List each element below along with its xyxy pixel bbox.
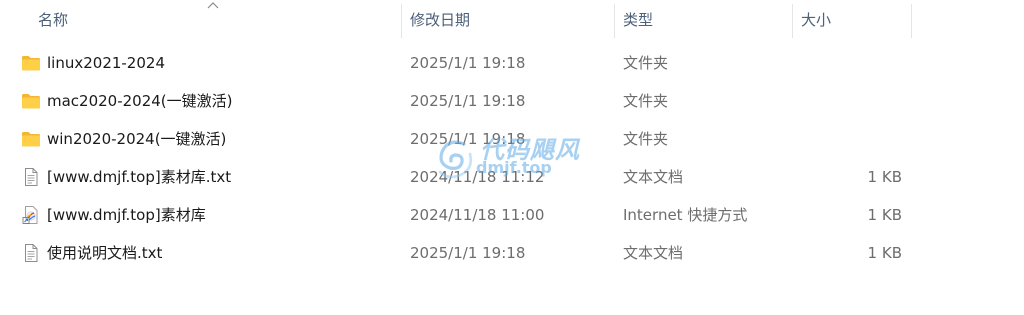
folder-icon	[22, 56, 40, 71]
text-file-icon	[25, 168, 38, 186]
file-name: 使用说明文档.txt	[47, 244, 163, 262]
file-date-modified: 2025/1/1 19:18	[410, 92, 526, 110]
file-type: Internet 快捷方式	[623, 206, 748, 224]
file-row[interactable]: [www.dmjf.top]素材库.txt 2024/11/18 11:12 文…	[0, 158, 1024, 196]
file-row[interactable]: [www.dmjf.top]素材库 2024/11/18 11:00 Inter…	[0, 196, 1024, 234]
file-type: 文件夹	[623, 92, 669, 110]
file-name: [www.dmjf.top]素材库	[47, 206, 206, 224]
file-row[interactable]: mac2020-2024(一键激活) 2025/1/1 19:18 文件夹	[0, 82, 1024, 120]
internet-shortcut-icon	[22, 206, 38, 224]
file-row[interactable]: linux2021-2024 2025/1/1 19:18 文件夹	[0, 44, 1024, 82]
file-name: linux2021-2024	[47, 54, 165, 72]
folder-icon	[22, 132, 40, 147]
file-size	[800, 120, 902, 158]
file-size	[800, 44, 902, 82]
file-date-modified: 2024/11/18 11:12	[410, 168, 545, 186]
column-header-name[interactable]: 名称	[30, 0, 402, 38]
folder-icon	[22, 94, 40, 109]
column-header-bar: 名称 修改日期 类型 大小	[0, 0, 1024, 38]
file-type: 文件夹	[623, 130, 669, 148]
file-type: 文件夹	[623, 54, 669, 72]
file-name: [www.dmjf.top]素材库.txt	[47, 168, 232, 186]
file-size: 1 KB	[867, 168, 902, 186]
file-date-modified: 2024/11/18 11:00	[410, 206, 545, 224]
column-divider[interactable]	[911, 4, 912, 38]
file-type: 文本文档	[623, 168, 684, 186]
file-date-modified: 2025/1/1 19:18	[410, 130, 526, 148]
file-size	[800, 82, 902, 120]
column-header-type[interactable]: 类型	[615, 0, 793, 38]
text-file-icon	[25, 244, 38, 262]
file-name: mac2020-2024(一键激活)	[47, 92, 233, 110]
column-header-size[interactable]: 大小	[793, 0, 912, 38]
file-type: 文本文档	[623, 244, 684, 262]
file-name: win2020-2024(一键激活)	[47, 130, 227, 148]
file-size: 1 KB	[867, 244, 902, 262]
file-explorer: 名称 修改日期 类型 大小 linux2021-2024 2025/1/1 19…	[0, 0, 1024, 315]
file-date-modified: 2025/1/1 19:18	[410, 244, 526, 262]
file-size: 1 KB	[867, 206, 902, 224]
column-header-date-modified[interactable]: 修改日期	[402, 0, 615, 38]
file-date-modified: 2025/1/1 19:18	[410, 54, 526, 72]
file-row[interactable]: 使用说明文档.txt 2025/1/1 19:18 文本文档 1 KB	[0, 234, 1024, 272]
file-row[interactable]: win2020-2024(一键激活) 2025/1/1 19:18 文件夹	[0, 120, 1024, 158]
